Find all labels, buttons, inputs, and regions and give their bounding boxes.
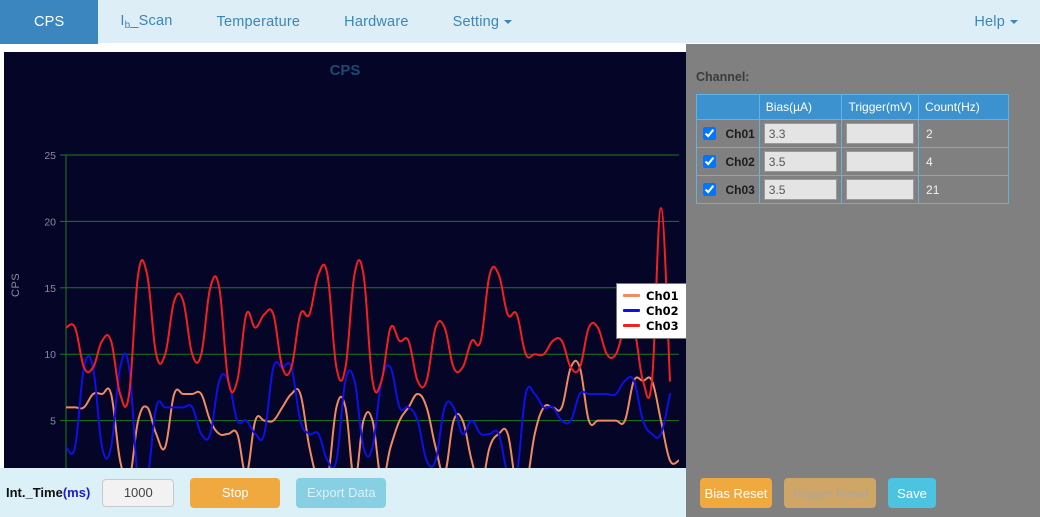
channel-panel-title: Channel:	[696, 70, 749, 84]
legend-label-ch02: Ch02	[646, 304, 679, 318]
cell-bias-ch02	[759, 148, 842, 176]
navbar: CPS Ib_Scan Temperature Hardware Setting…	[0, 0, 1040, 44]
channel-panel: Channel: Bias(µA) Trigger(mV) Count(Hz) …	[686, 44, 1040, 517]
svg-text:25: 25	[44, 150, 56, 162]
col-header-count: Count(Hz)	[919, 95, 1009, 120]
bias-input-ch01[interactable]	[764, 123, 838, 144]
bias-reset-button[interactable]: Bias Reset	[700, 478, 772, 508]
table-row: Ch01 2	[697, 120, 1009, 148]
menu-help-label: Help	[974, 14, 1005, 30]
legend-label-ch03: Ch03	[646, 319, 679, 333]
save-button[interactable]: Save	[888, 478, 936, 508]
int-time-label-text: Int._Time	[6, 485, 63, 500]
tab-cps[interactable]: CPS	[0, 0, 98, 44]
menu-help[interactable]: Help	[952, 0, 1040, 44]
int-time-input[interactable]	[102, 479, 174, 507]
tab-hardware-label: Hardware	[344, 14, 408, 30]
cell-trigger-ch02	[842, 148, 919, 176]
legend-swatch-ch01	[623, 294, 640, 297]
legend-swatch-ch02	[623, 309, 640, 312]
checkbox-ch01[interactable]	[703, 127, 716, 140]
svg-text:10: 10	[44, 349, 56, 361]
svg-text:15: 15	[44, 283, 56, 295]
channel-name-ch03: Ch03	[725, 182, 754, 196]
legend-item-ch02[interactable]: Ch02	[623, 303, 679, 318]
svg-text:20: 20	[44, 216, 56, 228]
chart-legend: Ch01 Ch02 Ch03	[616, 283, 688, 339]
cell-count-ch01: 2	[919, 120, 1009, 148]
trigger-reset-button[interactable]: Trigger Reset	[784, 478, 876, 508]
chart-footer-toolbar: Int._Time(ms) Stop Export Data	[0, 468, 686, 517]
channel-table: Bias(µA) Trigger(mV) Count(Hz) Ch01	[696, 94, 1009, 204]
col-header-select	[697, 95, 760, 120]
channel-name-ch01: Ch01	[725, 126, 754, 140]
chart-panel: CPS CPS 051015202515:28:4015:28:5015:29:…	[4, 52, 686, 468]
count-value-ch01: 2	[923, 127, 933, 141]
stop-button[interactable]: Stop	[190, 478, 280, 508]
legend-item-ch01[interactable]: Ch01	[623, 288, 679, 303]
tab-temperature[interactable]: Temperature	[195, 0, 323, 44]
legend-item-ch03[interactable]: Ch03	[623, 318, 679, 333]
table-row: Ch02 4	[697, 148, 1009, 176]
col-header-trigger: Trigger(mV)	[842, 95, 919, 120]
cell-bias-ch01	[759, 120, 842, 148]
cell-count-ch03: 21	[919, 176, 1009, 204]
trigger-input-ch02[interactable]	[846, 151, 914, 172]
table-row: Ch03 21	[697, 176, 1009, 204]
export-data-button[interactable]: Export Data	[296, 478, 386, 508]
int-time-label: Int._Time(ms)	[6, 485, 90, 500]
tab-cps-label: CPS	[34, 14, 64, 30]
int-time-unit: (ms)	[63, 485, 90, 500]
channel-name-ch02: Ch02	[725, 154, 754, 168]
channel-table-body: Ch01 2 Ch02	[697, 120, 1009, 204]
nav-spacer	[534, 0, 952, 43]
bias-input-ch03[interactable]	[764, 179, 838, 200]
cell-trigger-ch01	[842, 120, 919, 148]
channel-table-header-row: Bias(µA) Trigger(mV) Count(Hz)	[697, 95, 1009, 120]
trigger-input-ch01[interactable]	[846, 123, 914, 144]
cell-select-ch02: Ch02	[697, 148, 760, 176]
cell-trigger-ch03	[842, 176, 919, 204]
tab-ib-scan[interactable]: Ib_Scan	[98, 0, 194, 44]
cell-select-ch01: Ch01	[697, 120, 760, 148]
count-value-ch02: 4	[923, 155, 933, 169]
tab-setting[interactable]: Setting	[431, 0, 535, 44]
col-header-bias: Bias(µA)	[759, 95, 842, 120]
tab-setting-label: Setting	[453, 14, 500, 30]
chart-plot[interactable]: 051015202515:28:4015:28:5015:29:0015:29:…	[4, 52, 686, 468]
bias-input-ch02[interactable]	[764, 151, 838, 172]
trigger-input-ch03[interactable]	[846, 179, 914, 200]
tab-ib-scan-sub: b	[125, 20, 131, 31]
channel-footer-toolbar: Bias Reset Trigger Reset Save	[700, 478, 936, 508]
svg-text:5: 5	[50, 416, 56, 428]
chevron-down-icon	[504, 20, 512, 24]
cell-select-ch03: Ch03	[697, 176, 760, 204]
cell-bias-ch03	[759, 176, 842, 204]
legend-swatch-ch03	[623, 324, 640, 327]
tab-ib-scan-label: Ib_Scan	[120, 13, 172, 31]
cell-count-ch02: 4	[919, 148, 1009, 176]
legend-label-ch01: Ch01	[646, 289, 679, 303]
checkbox-ch02[interactable]	[703, 155, 716, 168]
chevron-down-icon	[1010, 20, 1018, 24]
tab-temperature-label: Temperature	[217, 14, 301, 30]
channel-table-head: Bias(µA) Trigger(mV) Count(Hz)	[697, 95, 1009, 120]
app-root: CPS Ib_Scan Temperature Hardware Setting…	[0, 0, 1040, 517]
count-value-ch03: 21	[923, 183, 939, 197]
checkbox-ch03[interactable]	[703, 183, 716, 196]
tab-hardware[interactable]: Hardware	[322, 0, 430, 44]
